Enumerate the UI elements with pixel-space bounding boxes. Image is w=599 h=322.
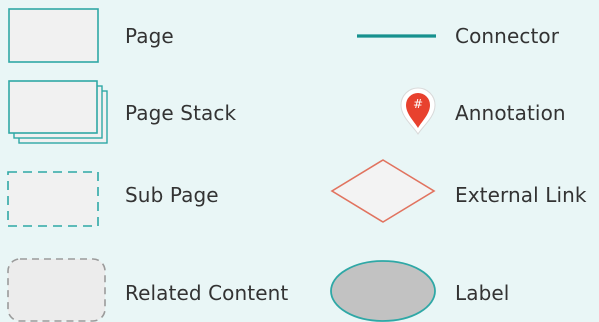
connector-icon (357, 33, 437, 39)
page-icon (8, 8, 100, 64)
legend-label-page: Page (125, 24, 174, 48)
legend-label-page-stack: Page Stack (125, 101, 237, 125)
legend: Page Page Stack Sub Page Related Content… (0, 0, 599, 322)
annotation-marker-text: # (413, 97, 423, 111)
related-content-icon (7, 258, 107, 322)
legend-label-annotation: Annotation (455, 101, 566, 125)
annotation-icon: # (397, 84, 439, 136)
legend-label-sub-page: Sub Page (125, 183, 219, 207)
legend-label-label: Label (455, 281, 510, 305)
legend-label-connector: Connector (455, 24, 560, 48)
sub-page-icon (7, 171, 101, 229)
label-icon (329, 258, 439, 322)
legend-label-related-content: Related Content (125, 281, 289, 305)
page-stack-icon (8, 80, 110, 146)
legend-label-external-link: External Link (455, 183, 587, 207)
external-link-icon (328, 158, 438, 224)
